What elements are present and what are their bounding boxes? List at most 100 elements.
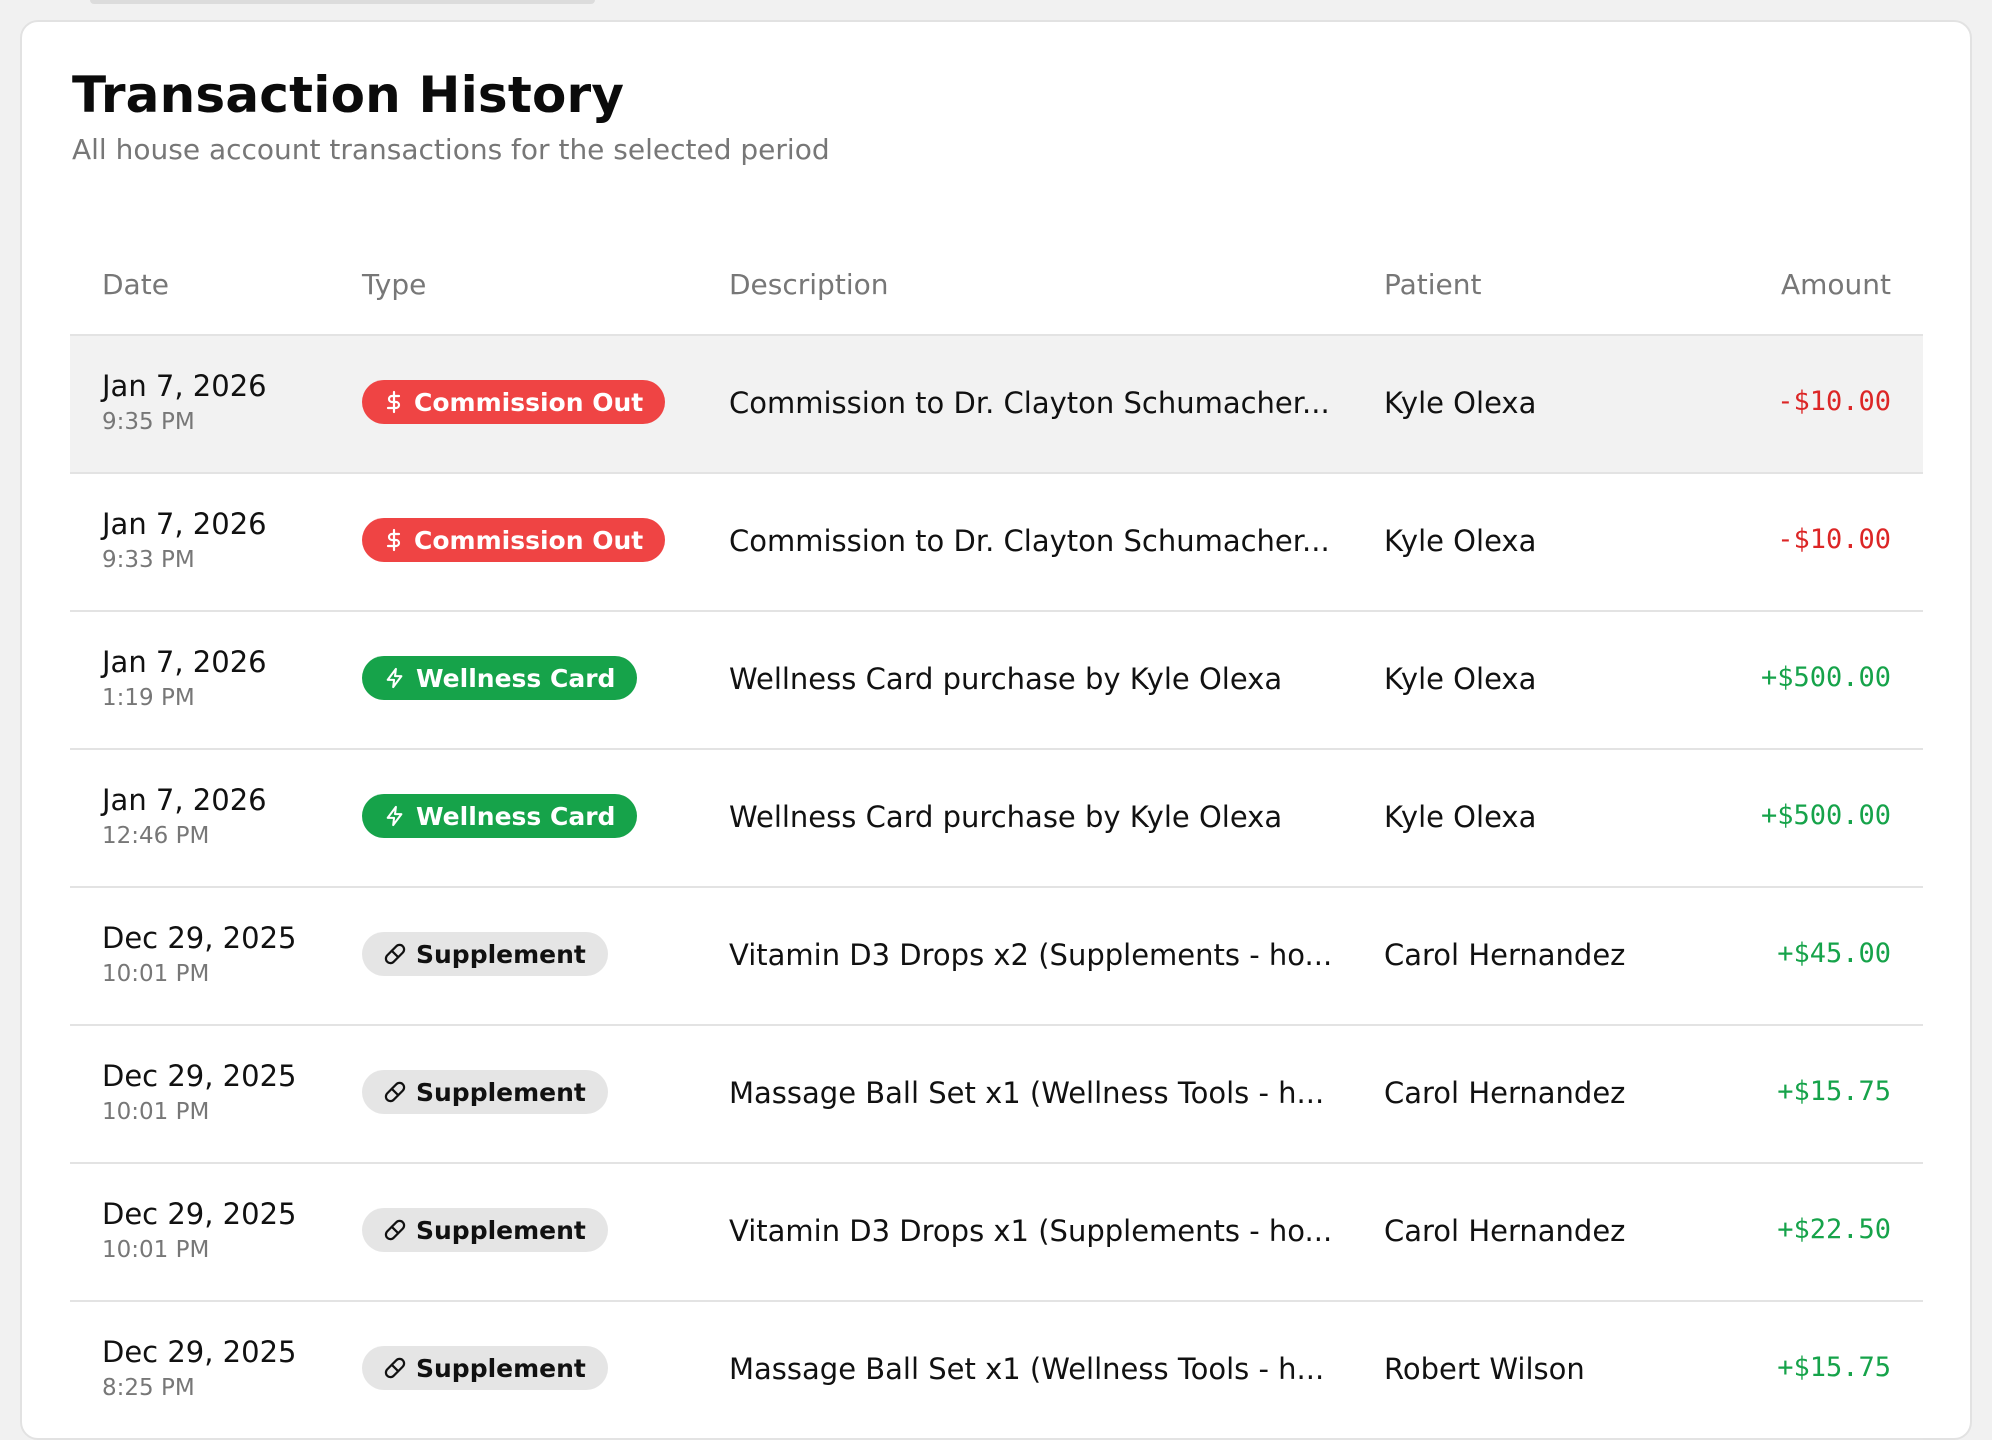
- type-badge: Supplement: [362, 1070, 608, 1114]
- column-header-date[interactable]: Date: [102, 268, 169, 301]
- transaction-time: 10:01 PM: [102, 961, 210, 987]
- transaction-time: 8:25 PM: [102, 1375, 195, 1401]
- top-tab-edge: [90, 0, 595, 4]
- patient-cell: Carol Hernandez: [1384, 1214, 1626, 1248]
- amount-cell: +$22.50: [1777, 1214, 1891, 1245]
- description-cell: Commission to Dr. Clayton Schumacher...: [729, 386, 1330, 420]
- patient-cell: Kyle Olexa: [1384, 662, 1537, 696]
- type-badge-label: Supplement: [416, 1215, 586, 1245]
- date-cell: Jan 7, 2026 12:46 PM: [102, 783, 267, 851]
- amount-cell: -$10.00: [1777, 524, 1891, 555]
- table-row[interactable]: Jan 7, 2026 9:35 PM Commission Out Commi…: [70, 336, 1923, 474]
- type-badge: Supplement: [362, 1208, 608, 1252]
- transaction-time: 1:19 PM: [102, 685, 195, 711]
- transaction-date: Jan 7, 2026: [102, 645, 267, 679]
- column-header-patient[interactable]: Patient: [1384, 268, 1482, 301]
- type-badge-label: Supplement: [416, 939, 586, 969]
- description-cell: Massage Ball Set x1 (Wellness Tools - h.…: [729, 1352, 1325, 1386]
- type-badge: Commission Out: [362, 518, 666, 562]
- page-subtitle: All house account transactions for the s…: [72, 133, 830, 166]
- type-badge: Supplement: [362, 932, 608, 976]
- transaction-date: Dec 29, 2025: [102, 1335, 297, 1369]
- date-cell: Dec 29, 2025 10:01 PM: [102, 1059, 296, 1127]
- type-badge-label: Supplement: [416, 1353, 586, 1383]
- lightning-icon: [384, 666, 406, 690]
- description-cell: Commission to Dr. Clayton Schumacher...: [729, 524, 1330, 558]
- patient-cell: Kyle Olexa: [1384, 524, 1537, 558]
- type-badge: Commission Out: [362, 380, 666, 424]
- description-cell: Massage Ball Set x1 (Wellness Tools - h.…: [729, 1076, 1325, 1110]
- date-cell: Dec 29, 2025 8:25 PM: [102, 1335, 296, 1403]
- pill-icon: [384, 1081, 406, 1103]
- type-badge-label: Supplement: [416, 1077, 586, 1107]
- type-cell: Commission Out: [362, 380, 666, 424]
- amount-cell: +$45.00: [1777, 938, 1891, 969]
- type-badge-label: Commission Out: [414, 525, 644, 555]
- table-row[interactable]: Dec 29, 2025 10:01 PM Supplement Vitamin…: [70, 888, 1923, 1026]
- dollar-icon: [384, 528, 404, 552]
- type-cell: Supplement: [362, 1070, 608, 1114]
- table-body: Jan 7, 2026 9:35 PM Commission Out Commi…: [70, 336, 1923, 1440]
- date-cell: Dec 29, 2025 10:01 PM: [102, 921, 296, 989]
- amount-cell: +$15.75: [1777, 1352, 1891, 1383]
- type-cell: Supplement: [362, 1208, 608, 1252]
- table-header: Date Type Description Patient Amount: [70, 230, 1923, 336]
- page-title: Transaction History: [72, 66, 625, 124]
- amount-cell: +$15.75: [1777, 1076, 1891, 1107]
- column-header-type[interactable]: Type: [362, 268, 426, 301]
- transactions-table: Date Type Description Patient Amount Jan…: [70, 230, 1923, 1440]
- type-badge: Wellness Card: [362, 656, 638, 700]
- pill-icon: [384, 1357, 406, 1379]
- date-cell: Jan 7, 2026 1:19 PM: [102, 645, 267, 713]
- transaction-time: 10:01 PM: [102, 1099, 210, 1125]
- type-cell: Wellness Card: [362, 794, 638, 838]
- transaction-history-card: Transaction History All house account tr…: [20, 20, 1972, 1440]
- transaction-time: 10:01 PM: [102, 1237, 210, 1263]
- transaction-date: Jan 7, 2026: [102, 369, 267, 403]
- amount-cell: -$10.00: [1777, 386, 1891, 417]
- lightning-icon: [384, 804, 406, 828]
- dollar-icon: [384, 390, 404, 414]
- type-cell: Wellness Card: [362, 656, 638, 700]
- transaction-date: Jan 7, 2026: [102, 783, 267, 817]
- transaction-date: Jan 7, 2026: [102, 507, 267, 541]
- type-cell: Supplement: [362, 1346, 608, 1390]
- column-header-amount[interactable]: Amount: [1781, 268, 1891, 301]
- table-row[interactable]: Dec 29, 2025 10:01 PM Supplement Vitamin…: [70, 1164, 1923, 1302]
- patient-cell: Carol Hernandez: [1384, 1076, 1626, 1110]
- column-header-description[interactable]: Description: [729, 268, 888, 301]
- transaction-time: 9:35 PM: [102, 409, 195, 435]
- table-row[interactable]: Jan 7, 2026 9:33 PM Commission Out Commi…: [70, 474, 1923, 612]
- date-cell: Jan 7, 2026 9:35 PM: [102, 369, 267, 437]
- table-row[interactable]: Dec 29, 2025 8:25 PM Supplement Massage …: [70, 1302, 1923, 1440]
- type-badge: Supplement: [362, 1346, 608, 1390]
- transaction-date: Dec 29, 2025: [102, 921, 297, 955]
- pill-icon: [384, 943, 406, 965]
- transaction-date: Dec 29, 2025: [102, 1197, 297, 1231]
- amount-cell: +$500.00: [1760, 662, 1891, 693]
- pill-icon: [384, 1219, 406, 1241]
- table-row[interactable]: Dec 29, 2025 10:01 PM Supplement Massage…: [70, 1026, 1923, 1164]
- description-cell: Wellness Card purchase by Kyle Olexa: [729, 800, 1283, 834]
- description-cell: Vitamin D3 Drops x2 (Supplements - ho...: [729, 938, 1333, 972]
- transaction-time: 12:46 PM: [102, 823, 210, 849]
- transaction-date: Dec 29, 2025: [102, 1059, 297, 1093]
- date-cell: Dec 29, 2025 10:01 PM: [102, 1197, 296, 1265]
- type-cell: Commission Out: [362, 518, 666, 562]
- type-badge-label: Wellness Card: [416, 801, 616, 831]
- type-badge: Wellness Card: [362, 794, 638, 838]
- type-badge-label: Commission Out: [414, 387, 644, 417]
- description-cell: Wellness Card purchase by Kyle Olexa: [729, 662, 1283, 696]
- description-cell: Vitamin D3 Drops x1 (Supplements - ho...: [729, 1214, 1333, 1248]
- amount-cell: +$500.00: [1760, 800, 1891, 831]
- type-cell: Supplement: [362, 932, 608, 976]
- date-cell: Jan 7, 2026 9:33 PM: [102, 507, 267, 575]
- patient-cell: Carol Hernandez: [1384, 938, 1626, 972]
- patient-cell: Robert Wilson: [1384, 1352, 1585, 1386]
- transaction-time: 9:33 PM: [102, 547, 195, 573]
- table-row[interactable]: Jan 7, 2026 12:46 PM Wellness Card Welln…: [70, 750, 1923, 888]
- patient-cell: Kyle Olexa: [1384, 386, 1537, 420]
- type-badge-label: Wellness Card: [416, 663, 616, 693]
- table-row[interactable]: Jan 7, 2026 1:19 PM Wellness Card Wellne…: [70, 612, 1923, 750]
- patient-cell: Kyle Olexa: [1384, 800, 1537, 834]
